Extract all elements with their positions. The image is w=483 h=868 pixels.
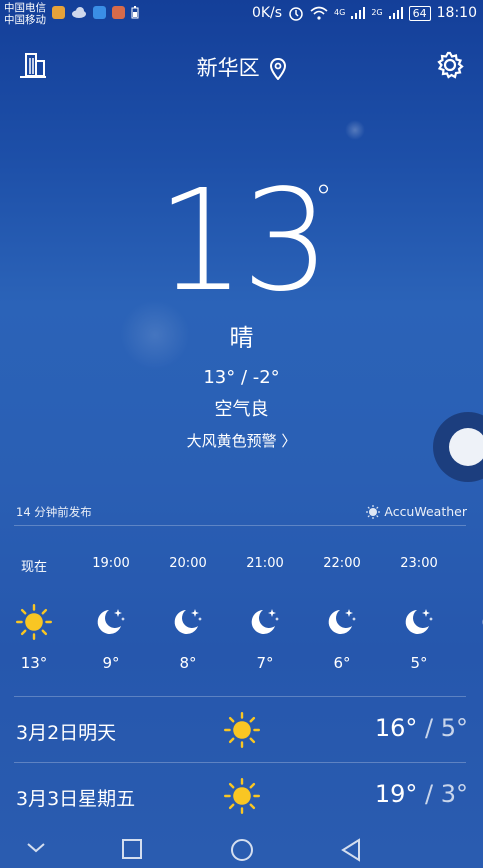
home-button[interactable] — [230, 838, 254, 862]
daily-high: 19° — [374, 780, 418, 808]
back-button[interactable] — [340, 838, 362, 862]
daily-icon-wrap — [222, 776, 262, 820]
divider — [14, 696, 466, 697]
daily-date: 3月2日明天 — [16, 722, 117, 744]
hourly-time: 22:00 — [323, 556, 361, 571]
hourly-time: 现在 — [20, 560, 47, 575]
hourly-icon-wrap — [81, 596, 141, 648]
hourly-icon-wrap — [312, 596, 372, 648]
network-type-2: 2G — [371, 8, 383, 17]
moon-icon — [174, 609, 202, 634]
daily-high: 16° — [374, 714, 418, 742]
weather-warning-link[interactable]: 大风黄色预警 〉 — [0, 430, 483, 451]
hourly-item: 21:00 7° — [235, 556, 295, 672]
daily-row[interactable]: 3月2日明天 16° / 5° — [16, 710, 468, 750]
daily-temps: 16° / 5° — [375, 714, 468, 742]
recent-apps-button[interactable] — [121, 838, 143, 860]
sun-icon — [223, 711, 260, 748]
degree-symbol: ° — [315, 178, 332, 218]
temperature-range: 13° / -2° — [203, 367, 280, 388]
signal-icon — [351, 7, 366, 19]
hourly-item: 现在 13° — [4, 556, 64, 672]
chevron-down-icon[interactable] — [26, 842, 46, 854]
moon-icon — [328, 609, 356, 634]
daily-low: 3° — [440, 780, 468, 808]
hourly-temp: 7° — [256, 654, 274, 672]
divider — [14, 525, 466, 526]
hourly-icon-wrap — [466, 596, 483, 648]
hourly-item: 22:00 6° — [312, 556, 372, 672]
moon-icon — [97, 609, 125, 634]
app-notification-icon — [52, 6, 65, 19]
hourly-item: 19:00 9° — [81, 556, 141, 672]
hourly-time: 0 — [466, 556, 483, 576]
hourly-time: 20:00 — [169, 556, 207, 571]
signal-icon — [388, 7, 403, 19]
carrier-2: 中国移动 — [4, 14, 46, 26]
wifi-icon — [310, 6, 328, 20]
current-temp-value: 13 — [156, 160, 330, 323]
daily-low: 5° — [440, 714, 468, 742]
background-glow-small — [345, 120, 365, 140]
air-quality[interactable]: 空气良 — [0, 395, 483, 421]
cloud-icon — [72, 7, 86, 18]
hourly-item: 23:00 5° — [389, 556, 449, 672]
hourly-time: 23:00 — [400, 556, 438, 571]
battery-saver-icon — [131, 6, 139, 19]
location-pin-icon — [270, 58, 287, 80]
daily-icon-wrap — [222, 710, 262, 754]
network-type-1: 4G — [334, 8, 346, 17]
network-speed: 0K/s — [251, 5, 283, 21]
daily-separator: / — [417, 780, 441, 808]
accuweather-logo-icon — [366, 504, 381, 519]
carrier-labels: 中国电信 中国移动 — [4, 2, 46, 26]
settings-gear-icon[interactable] — [435, 50, 465, 80]
hourly-item: 0 — [466, 556, 483, 654]
moon-icon — [251, 609, 279, 634]
gallery-notification-icon — [112, 6, 125, 19]
hourly-time: 19:00 — [92, 556, 130, 571]
city-name: 新华区 — [196, 56, 260, 80]
moon-icon — [482, 619, 483, 625]
divider — [14, 762, 466, 763]
notification-icons — [52, 6, 139, 19]
battery-level: 64 — [408, 5, 431, 21]
published-time: 14 分钟前发布 — [16, 505, 92, 519]
daily-date: 3月3日星期五 — [16, 788, 136, 810]
hourly-temp: 8° — [179, 654, 197, 672]
current-temperature: 13 ° — [0, 160, 483, 323]
weather-condition: 晴 — [229, 324, 254, 352]
sun-icon — [223, 777, 260, 814]
floating-ball-knob[interactable] — [449, 428, 483, 466]
hourly-icon-wrap — [235, 596, 295, 648]
hourly-icon-wrap — [4, 596, 64, 648]
navigation-bar — [0, 830, 483, 868]
hourly-temp: 13° — [20, 654, 48, 672]
daily-separator: / — [417, 714, 441, 742]
provider-name: AccuWeather — [384, 504, 467, 519]
hourly-icon-wrap — [158, 596, 218, 648]
status-right: 0K/s 4G 2G 64 18:10 — [252, 5, 477, 21]
alarm-icon — [289, 7, 303, 21]
provider-label[interactable]: AccuWeather — [366, 504, 467, 519]
app-notification-icon — [93, 6, 106, 19]
carrier-1: 中国电信 — [4, 2, 46, 14]
hourly-forecast[interactable]: 现在 13° 19:00 9° 20:00 8° 21:00 7° 22:00 … — [0, 556, 483, 676]
moon-icon — [405, 609, 433, 634]
sun-icon — [15, 603, 52, 640]
status-bar: 中国电信 中国移动 0K/s 4G 2G 64 18:10 — [0, 0, 483, 30]
daily-temps: 19° / 3° — [375, 780, 468, 808]
clock: 18:10 — [436, 5, 477, 21]
top-bar: 新华区 — [0, 48, 483, 84]
hourly-time: 21:00 — [246, 556, 284, 571]
hourly-item: 20:00 8° — [158, 556, 218, 672]
hourly-temp: 6° — [333, 654, 351, 672]
floating-ball-handle[interactable] — [433, 412, 483, 482]
hourly-temp: 5° — [410, 654, 428, 672]
daily-row[interactable]: 3月3日星期五 19° / 3° — [16, 776, 468, 816]
hourly-icon-wrap — [389, 596, 449, 648]
hourly-temp: 9° — [102, 654, 120, 672]
city-title[interactable]: 新华区 — [0, 52, 483, 82]
